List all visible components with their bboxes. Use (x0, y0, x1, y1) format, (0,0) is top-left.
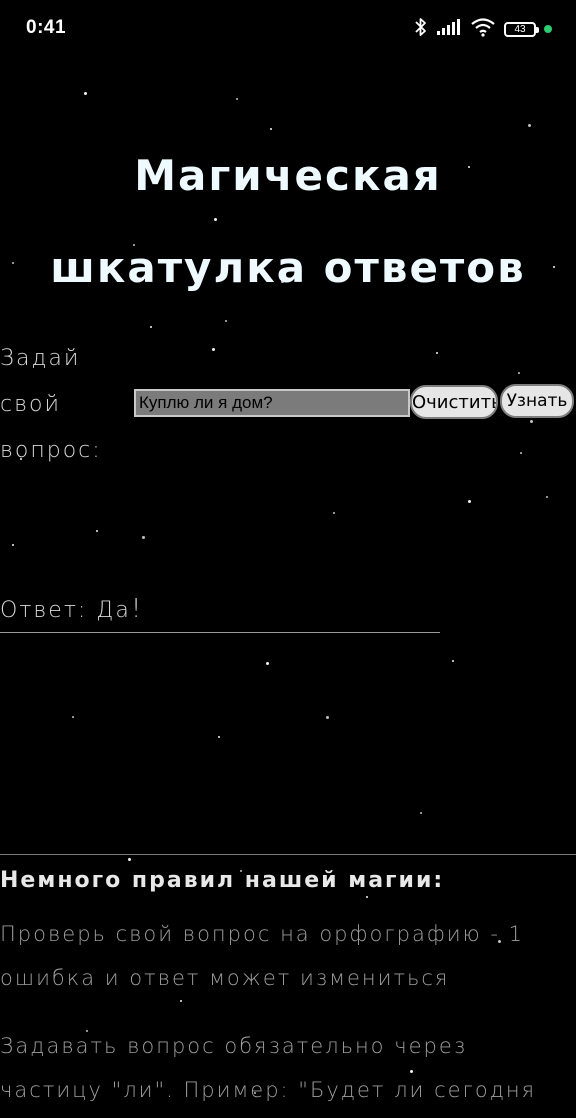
star-decoration (366, 896, 368, 898)
app-screen: 0:41 43 Магическая шкатулка ответов Зада… (0, 0, 576, 1118)
star-decoration (530, 420, 533, 423)
star-decoration (236, 98, 238, 100)
star-decoration (225, 320, 227, 322)
battery-level: 43 (514, 23, 526, 35)
answer-exclamation: ! (130, 594, 144, 624)
page-title: Магическая шкатулка ответов (50, 151, 526, 292)
clear-button[interactable]: Очистить (410, 385, 498, 419)
star-decoration (72, 716, 74, 718)
star-decoration (452, 660, 454, 662)
signal-icon (436, 18, 462, 40)
star-decoration (436, 352, 438, 354)
star-decoration (266, 662, 269, 665)
star-decoration (546, 496, 548, 498)
star-decoration (326, 716, 329, 719)
camera-indicator-dot (544, 25, 552, 33)
star-decoration (518, 372, 520, 374)
star-decoration (333, 512, 335, 514)
question-input[interactable] (134, 389, 410, 417)
status-icons: 43 (414, 16, 552, 42)
rule-item: Проверь свой вопрос на орфографию - 1 ош… (0, 922, 524, 990)
status-time: 0:41 (26, 17, 67, 38)
star-decoration (212, 348, 215, 351)
ask-button[interactable]: Узнать (500, 384, 574, 418)
question-label: Задай свой вопрос: (0, 346, 102, 463)
status-bar: 0:41 43 (0, 0, 576, 58)
star-decoration (128, 858, 131, 861)
star-decoration (180, 1000, 182, 1002)
rule-item: Задавать вопрос обязательно через частиц… (0, 1034, 537, 1102)
bluetooth-icon (414, 17, 428, 41)
star-decoration (142, 536, 145, 539)
star-decoration (84, 92, 87, 95)
divider (0, 854, 576, 855)
rules-heading: Немного правил нашей магии: (0, 868, 445, 893)
star-decoration (420, 812, 422, 814)
battery-icon: 43 (504, 21, 539, 37)
star-decoration (520, 452, 522, 454)
star-decoration (12, 544, 14, 546)
wifi-icon (470, 17, 496, 41)
answer-output: Ответ: Да! (0, 594, 440, 633)
star-decoration (468, 500, 471, 503)
answer-text: Ответ: Да (0, 598, 131, 623)
star-decoration (218, 736, 220, 738)
star-decoration (96, 530, 98, 532)
star-decoration (528, 124, 531, 127)
star-decoration (150, 326, 152, 328)
